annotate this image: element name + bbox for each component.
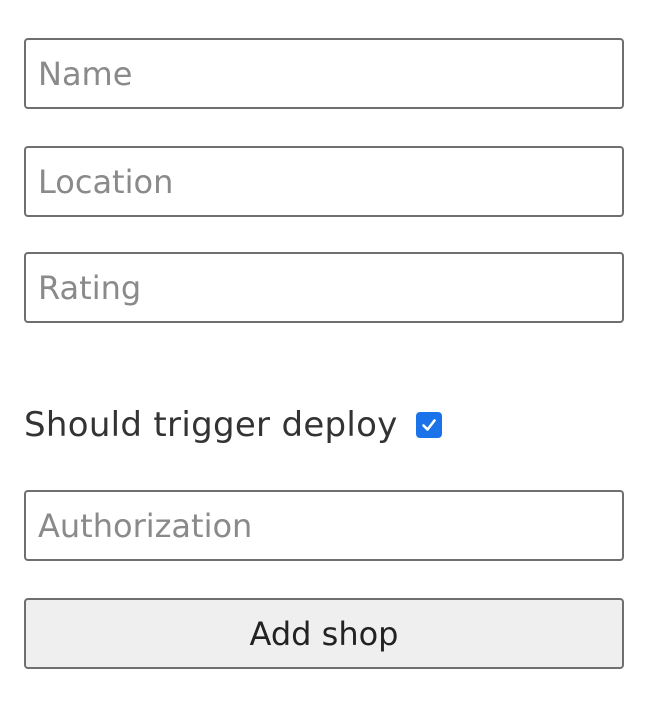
deploy-label: Should trigger deploy <box>24 405 398 445</box>
location-input[interactable] <box>24 146 624 217</box>
add-shop-button[interactable]: Add shop <box>24 598 624 669</box>
check-icon <box>421 419 436 431</box>
deploy-checkbox[interactable] <box>415 412 442 438</box>
deploy-row: Should trigger deploy <box>24 400 442 450</box>
add-shop-form: Should trigger deploy Add shop <box>0 0 660 722</box>
authorization-input[interactable] <box>24 490 624 561</box>
rating-input[interactable] <box>24 252 624 323</box>
name-input[interactable] <box>24 38 624 109</box>
